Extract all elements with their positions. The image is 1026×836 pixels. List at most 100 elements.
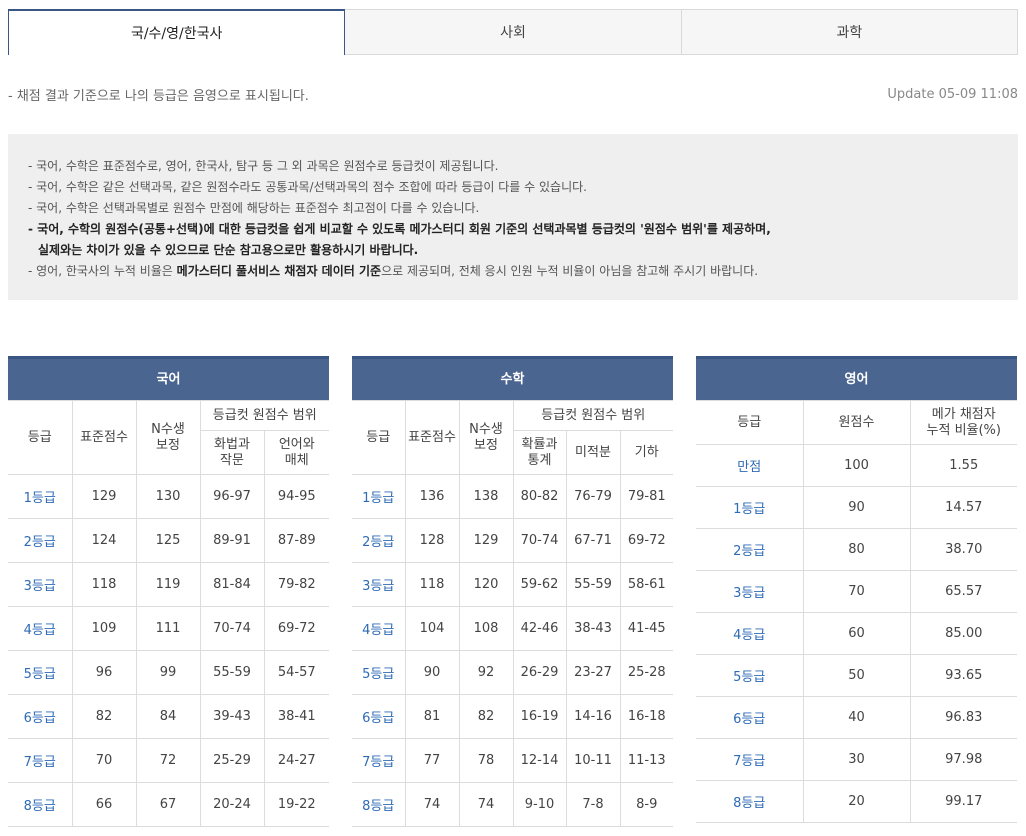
grade-link[interactable]: 6등급: [352, 694, 406, 739]
table-row: 만점 100 1.55: [696, 444, 1018, 487]
n-corrected-score: 129: [458, 518, 514, 563]
col-probability-statistics: 확률과 통계: [512, 430, 567, 475]
grade-link[interactable]: 1등급: [8, 474, 73, 519]
grade-link[interactable]: 2등급: [696, 528, 804, 571]
n-corrected-score: 82: [458, 694, 514, 739]
col-geometry: 기하: [619, 430, 674, 475]
info-line-1: - 국어, 수학은 표준점수로, 영어, 한국사, 탐구 등 그 외 과목은 원…: [28, 159, 499, 173]
language-media-range: 54-57: [263, 650, 330, 695]
table-row: 3등급 70 65.57: [696, 570, 1018, 613]
grade-link[interactable]: 3등급: [352, 562, 406, 607]
grade-link[interactable]: 1등급: [696, 486, 804, 529]
table-row: 6등급 82 84 39-43 38-41: [8, 694, 330, 739]
n-corrected-score: 92: [458, 650, 514, 695]
info-line-3: - 국어, 수학은 선택과목별로 원점수 만점에 해당하는 표준점수 최고점이 …: [28, 201, 480, 215]
n-corrected-score: 130: [135, 474, 201, 519]
info-line-5: - 영어, 한국사의 누적 비율은 메가스터디 풀서비스 채점자 데이터 기준으…: [28, 261, 998, 282]
geometry-range: 41-45: [619, 606, 674, 651]
geometry-range: 16-18: [619, 694, 674, 739]
n-corrected-score: 111: [135, 606, 201, 651]
grade-link[interactable]: 4등급: [696, 612, 804, 655]
grade-link[interactable]: 3등급: [696, 570, 804, 613]
standard-score: 70: [71, 738, 137, 783]
english-title: 영어: [696, 356, 1018, 401]
table-row: 2등급 124 125 89-91 87-89: [8, 518, 330, 563]
standard-score: 129: [71, 474, 137, 519]
col-grade: 등급: [8, 400, 73, 475]
table-row: 1등급 90 14.57: [696, 486, 1018, 529]
raw-score: 40: [802, 696, 911, 739]
grade-link[interactable]: 8등급: [696, 780, 804, 823]
probability-statistics-range: 59-62: [512, 562, 567, 607]
table-row: 7등급 77 78 12-14 10-11 11-13: [352, 738, 674, 783]
raw-score: 100: [802, 444, 911, 487]
grade-link[interactable]: 3등급: [8, 562, 73, 607]
table-row: 6등급 40 96.83: [696, 696, 1018, 739]
standard-score: 128: [404, 518, 460, 563]
grade-link[interactable]: 8등급: [352, 782, 406, 827]
grade-link[interactable]: 만점: [696, 444, 804, 487]
info-line-2: - 국어, 수학은 같은 선택과목, 같은 원점수라도 공통과목/선택과목의 점…: [28, 180, 587, 194]
grade-link[interactable]: 6등급: [8, 694, 73, 739]
grade-link[interactable]: 7등급: [8, 738, 73, 783]
grade-link[interactable]: 6등급: [696, 696, 804, 739]
table-row: 3등급 118 119 81-84 79-82: [8, 562, 330, 607]
col-calculus: 미적분: [565, 430, 621, 475]
probability-statistics-range: 70-74: [512, 518, 567, 563]
probability-statistics-range: 9-10: [512, 782, 567, 827]
subject-tabs: 국/수/영/한국사 사회 과학: [8, 9, 1018, 55]
table-row: 8등급 74 74 9-10 7-8 8-9: [352, 782, 674, 827]
grade-link[interactable]: 5등급: [8, 650, 73, 695]
n-corrected-score: 120: [458, 562, 514, 607]
grade-link[interactable]: 4등급: [8, 606, 73, 651]
n-corrected-score: 108: [458, 606, 514, 651]
raw-score: 50: [802, 654, 911, 697]
standard-score: 124: [71, 518, 137, 563]
standard-score: 136: [404, 474, 460, 519]
calculus-range: 10-11: [565, 738, 621, 783]
cumulative-ratio: 93.65: [909, 654, 1018, 697]
tab-korean-math-english-history[interactable]: 국/수/영/한국사: [8, 9, 346, 55]
geometry-range: 8-9: [619, 782, 674, 827]
standard-score: 74: [404, 782, 460, 827]
n-corrected-score: 99: [135, 650, 201, 695]
grade-link[interactable]: 1등급: [352, 474, 406, 519]
n-corrected-score: 119: [135, 562, 201, 607]
grade-link[interactable]: 7등급: [352, 738, 406, 783]
cumulative-ratio: 65.57: [909, 570, 1018, 613]
speech-writing-range: 96-97: [199, 474, 265, 519]
speech-writing-range: 55-59: [199, 650, 265, 695]
grade-link[interactable]: 2등급: [8, 518, 73, 563]
grade-link[interactable]: 5등급: [696, 654, 804, 697]
n-corrected-score: 125: [135, 518, 201, 563]
grade-link[interactable]: 7등급: [696, 738, 804, 781]
calculus-range: 38-43: [565, 606, 621, 651]
table-row: 2등급 128 129 70-74 67-71 69-72: [352, 518, 674, 563]
grade-link[interactable]: 4등급: [352, 606, 406, 651]
grade-link[interactable]: 5등급: [352, 650, 406, 695]
cumulative-ratio: 1.55: [909, 444, 1018, 487]
standard-score: 81: [404, 694, 460, 739]
language-media-range: 24-27: [263, 738, 330, 783]
probability-statistics-range: 26-29: [512, 650, 567, 695]
col-grade: 등급: [696, 400, 804, 445]
probability-statistics-range: 12-14: [512, 738, 567, 783]
table-row: 4등급 104 108 42-46 38-43 41-45: [352, 606, 674, 651]
grade-link[interactable]: 2등급: [352, 518, 406, 563]
col-raw-score: 원점수: [802, 400, 911, 445]
standard-score: 96: [71, 650, 137, 695]
table-row: 1등급 129 130 96-97 94-95: [8, 474, 330, 519]
language-media-range: 19-22: [263, 782, 330, 827]
table-row: 7등급 70 72 25-29 24-27: [8, 738, 330, 783]
col-speech-writing: 화법과 작문: [199, 430, 265, 475]
shading-note: - 채점 결과 기준으로 나의 등급은 음영으로 표시됩니다.: [8, 89, 309, 104]
korean-title: 국어: [8, 356, 330, 401]
calculus-range: 23-27: [565, 650, 621, 695]
tab-science[interactable]: 과학: [681, 9, 1018, 55]
geometry-range: 25-28: [619, 650, 674, 695]
cumulative-ratio: 99.17: [909, 780, 1018, 823]
cumulative-ratio: 96.83: [909, 696, 1018, 739]
grade-link[interactable]: 8등급: [8, 782, 73, 827]
standard-score: 109: [71, 606, 137, 651]
tab-social[interactable]: 사회: [345, 9, 682, 55]
